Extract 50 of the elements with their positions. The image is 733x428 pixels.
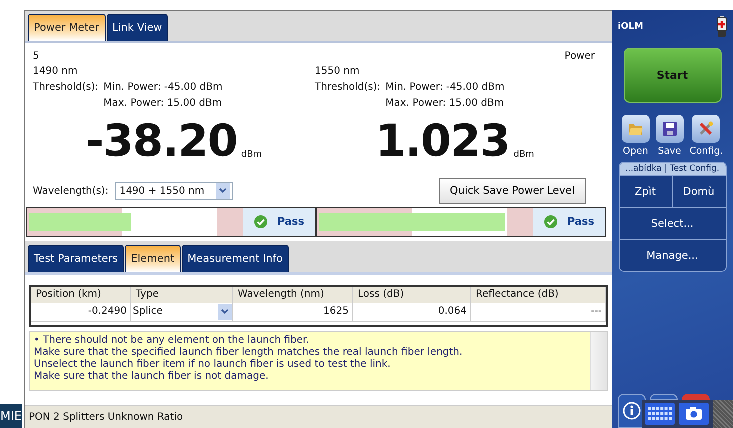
note-line: Make sure that the specified launch fiber length matches the real launch fiber length. <box>34 347 464 359</box>
min-power-label: Min. Power: -45.00 dBm <box>386 82 505 93</box>
quick-save-button[interactable]: Quick Save Power Level <box>439 178 586 204</box>
menu-item[interactable]: Manage... <box>620 239 726 271</box>
column-header: Type <box>131 287 233 303</box>
menu-header: ...abídka | Test Config. <box>620 163 726 175</box>
status-text: PON 2 Splitters Unknown Ratio <box>29 412 184 422</box>
table-cell: -0.2490 <box>31 303 131 322</box>
tab[interactable]: Test Parameters <box>28 245 124 272</box>
power-reading: -38.20 <box>86 120 238 164</box>
tab[interactable]: Power Meter <box>28 14 106 41</box>
threshold-label: Threshold(s): <box>315 82 381 95</box>
note-line: Unselect the launch fiber item if no launch fiber is used to test the link. <box>34 359 392 371</box>
tool-label: Open <box>623 146 648 157</box>
max-power-label: Max. Power: 15.00 dBm <box>104 98 223 109</box>
wavelength-dropdown[interactable]: 1490 + 1550 nm <box>114 182 233 200</box>
note-line: • There should not be any element on the launch fiber. <box>34 335 310 347</box>
column-header: Loss (dB) <box>353 287 471 303</box>
meter-index: 5 <box>33 51 40 61</box>
threshold-label: Threshold(s): <box>33 82 99 95</box>
column-header: Wavelength (nm) <box>233 287 353 303</box>
column-header: Reflectance (dB) <box>471 287 606 303</box>
menu-item[interactable]: Zpìt <box>620 175 672 207</box>
tool-label: Save <box>658 146 682 157</box>
tab[interactable]: Link View <box>106 14 168 41</box>
pass-label: Pass <box>568 216 594 228</box>
table-cell: 1625 <box>233 303 353 322</box>
unit-label: dBm <box>241 150 262 162</box>
wavelength-select-label: Wavelength(s): <box>33 186 109 196</box>
mode-label: Power <box>564 51 595 61</box>
tab[interactable]: Element <box>125 245 181 272</box>
tab[interactable]: Measurement Info <box>182 245 289 272</box>
app-title: iOLM <box>618 22 644 32</box>
min-power-label: Min. Power: -45.00 dBm <box>104 82 223 93</box>
max-power-label: Max. Power: 15.00 dBm <box>386 98 505 109</box>
side-tab-label: MIE <box>0 404 22 428</box>
note-line: Make sure that the launch fiber is not damage. <box>34 371 270 383</box>
start-button[interactable]: Start <box>624 48 722 103</box>
wavelength-label: 1490 nm <box>33 66 79 77</box>
menu-item[interactable]: Domù <box>672 175 726 207</box>
wavelength-label: 1550 nm <box>315 66 361 77</box>
table-cell: --- <box>471 303 606 322</box>
pass-label: Pass <box>278 216 304 228</box>
column-header: Position (km) <box>31 287 131 303</box>
power-reading: 1.023 <box>376 120 510 164</box>
table-cell: 0.064 <box>353 303 471 322</box>
type-dropdown[interactable]: Splice <box>131 303 233 322</box>
unit-label: dBm <box>514 150 534 162</box>
menu-item[interactable]: Select... <box>620 207 726 239</box>
tool-label: Config. <box>690 146 724 157</box>
